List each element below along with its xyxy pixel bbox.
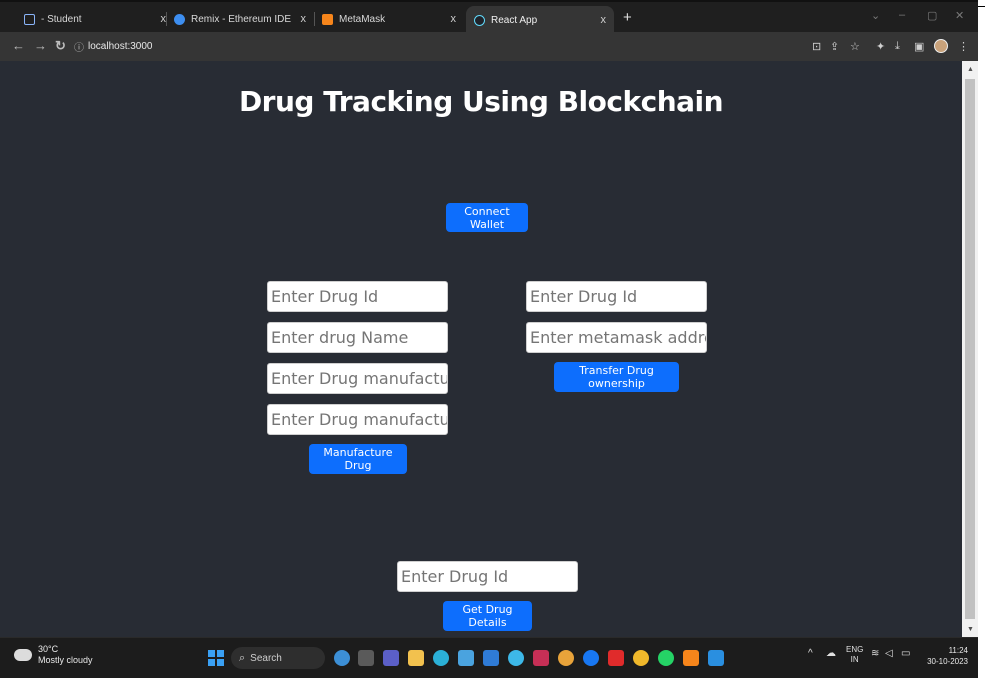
- forward-arrow-icon[interactable]: →: [34, 38, 47, 53]
- site-info-icon[interactable]: ⓘ: [74, 39, 84, 54]
- drug-name-input[interactable]: Enter drug Name: [267, 322, 448, 353]
- reload-icon[interactable]: ↻: [55, 38, 66, 54]
- system-clock[interactable]: 11:24 30-10-2023: [924, 645, 968, 667]
- eclipse-icon[interactable]: [508, 650, 524, 666]
- tab-title: MetaMask: [339, 13, 386, 25]
- taskbar-search-label: Search: [250, 652, 282, 664]
- widgets-icon[interactable]: [334, 650, 350, 666]
- tab-remix[interactable]: Remix - Ethereum IDE x: [166, 6, 314, 32]
- file-explorer-icon[interactable]: [408, 650, 424, 666]
- google-lens-icon[interactable]: ⊡: [812, 40, 821, 53]
- browser-toolbar: ← → ↻ ⓘ localhost:3000 ⊡ ⇪ ☆ ✦ ⤓ ▣ ⋮: [0, 32, 978, 61]
- manufacture-drug-button[interactable]: Manufacture Drug: [309, 444, 407, 474]
- new-tab-button[interactable]: +: [623, 9, 632, 26]
- edge-browser-icon[interactable]: [433, 650, 449, 666]
- minimize-icon[interactable]: –: [899, 9, 905, 21]
- weather-widget[interactable]: 30°C Mostly cloudy: [11, 644, 93, 666]
- clock-date: 30-10-2023: [927, 657, 968, 666]
- wifi-icon[interactable]: ≋: [871, 648, 879, 659]
- weather-temperature: 30°C: [38, 644, 59, 654]
- tab-title: Remix - Ethereum IDE: [191, 13, 292, 25]
- connect-wallet-button[interactable]: Connect Wallet: [446, 203, 528, 232]
- mysql-workbench-icon[interactable]: [483, 650, 499, 666]
- search-icon: ⌕: [239, 651, 246, 664]
- tab-search-icon[interactable]: ⌄: [871, 9, 880, 22]
- details-drug-id-input[interactable]: Enter Drug Id: [397, 561, 578, 592]
- metamask-app-icon[interactable]: [683, 650, 699, 666]
- tab-student[interactable]: - Student x: [16, 6, 174, 32]
- page-title: Drug Tracking Using Blockchain: [238, 85, 724, 118]
- get-drug-details-button[interactable]: Get Drug Details: [443, 601, 532, 631]
- teams-chat-icon[interactable]: [383, 650, 399, 666]
- tab-react-app[interactable]: React App x: [466, 6, 614, 34]
- browser-tab-strip: - Student x Remix - Ethereum IDE x MetaM…: [0, 0, 978, 34]
- windows-start-icon[interactable]: [208, 650, 224, 666]
- taskbar-search[interactable]: ⌕ Search: [231, 647, 325, 669]
- edge-line: [978, 6, 985, 7]
- metamask-fox-icon: [322, 13, 333, 25]
- scroll-down-arrow-icon[interactable]: ▼: [967, 626, 974, 633]
- language-code: ENG: [846, 645, 864, 654]
- manufacture-drug-id-input[interactable]: Enter Drug Id: [267, 281, 448, 312]
- tab-title: - Student: [41, 13, 82, 25]
- back-arrow-icon[interactable]: ←: [12, 38, 25, 53]
- transfer-ownership-button[interactable]: Transfer Drug ownership: [554, 362, 679, 392]
- battery-icon[interactable]: ▭: [901, 648, 910, 659]
- youtube-icon[interactable]: [608, 650, 624, 666]
- close-tab-icon[interactable]: x: [301, 13, 307, 25]
- clock-time: 11:24: [948, 646, 968, 655]
- region-code: IN: [850, 655, 859, 664]
- chrome-profile-icon[interactable]: [633, 650, 649, 666]
- chrome-icon[interactable]: [558, 650, 574, 666]
- maximize-icon[interactable]: ▢: [927, 9, 937, 22]
- close-tab-icon[interactable]: x: [451, 13, 457, 25]
- microsoft-store-icon[interactable]: [458, 650, 474, 666]
- facebook-icon[interactable]: [583, 650, 599, 666]
- url-text: localhost:3000: [88, 40, 153, 52]
- task-view-icon[interactable]: [358, 650, 374, 666]
- mcafee-icon[interactable]: [533, 650, 549, 666]
- scroll-up-arrow-icon[interactable]: ▲: [967, 66, 974, 73]
- whatsapp-icon[interactable]: [658, 650, 674, 666]
- share-icon[interactable]: ⇪: [830, 40, 839, 53]
- remix-favicon-icon: [174, 13, 185, 25]
- tab-title: React App: [491, 14, 538, 26]
- scrollbar-thumb[interactable]: [965, 79, 975, 619]
- menu-kebab-icon[interactable]: ⋮: [958, 40, 969, 53]
- drug-manufacturing-date-input[interactable]: Enter Drug manufacturir: [267, 404, 448, 435]
- drug-manufacturer-input[interactable]: Enter Drug manufacturer: [267, 363, 448, 394]
- close-tab-icon[interactable]: x: [601, 14, 607, 26]
- vscode-icon[interactable]: [708, 650, 724, 666]
- profile-avatar[interactable]: [934, 39, 948, 53]
- student-favicon-icon: [24, 13, 35, 25]
- bookmark-star-icon[interactable]: ☆: [850, 40, 860, 53]
- screen-margin: [978, 0, 985, 678]
- onedrive-icon[interactable]: ☁: [826, 648, 836, 659]
- side-panel-icon[interactable]: ▣: [914, 40, 924, 53]
- weather-description: Mostly cloudy: [38, 655, 93, 665]
- windows-taskbar: 30°C Mostly cloudy ⌕ Search ^ ☁ ENG IN ≋…: [0, 637, 978, 678]
- extensions-puzzle-icon[interactable]: ✦: [876, 40, 885, 53]
- page-scrollbar[interactable]: ▲ ▼: [962, 61, 978, 637]
- cloudy-weather-icon: [11, 646, 32, 661]
- language-indicator[interactable]: ENG IN: [846, 645, 863, 665]
- transfer-drug-id-input[interactable]: Enter Drug Id: [526, 281, 707, 312]
- show-hidden-icons-icon[interactable]: ^: [808, 648, 813, 659]
- download-icon[interactable]: ⤓: [895, 40, 900, 53]
- address-bar[interactable]: ⓘ localhost:3000: [74, 36, 804, 56]
- react-app-page: Drug Tracking Using Blockchain Connect W…: [0, 61, 962, 637]
- metamask-address-input[interactable]: Enter metamask address: [526, 322, 707, 353]
- close-window-icon[interactable]: ✕: [955, 9, 964, 22]
- tab-metamask[interactable]: MetaMask x: [314, 6, 464, 32]
- volume-icon[interactable]: ◁: [885, 648, 893, 659]
- react-favicon-icon: [474, 14, 485, 26]
